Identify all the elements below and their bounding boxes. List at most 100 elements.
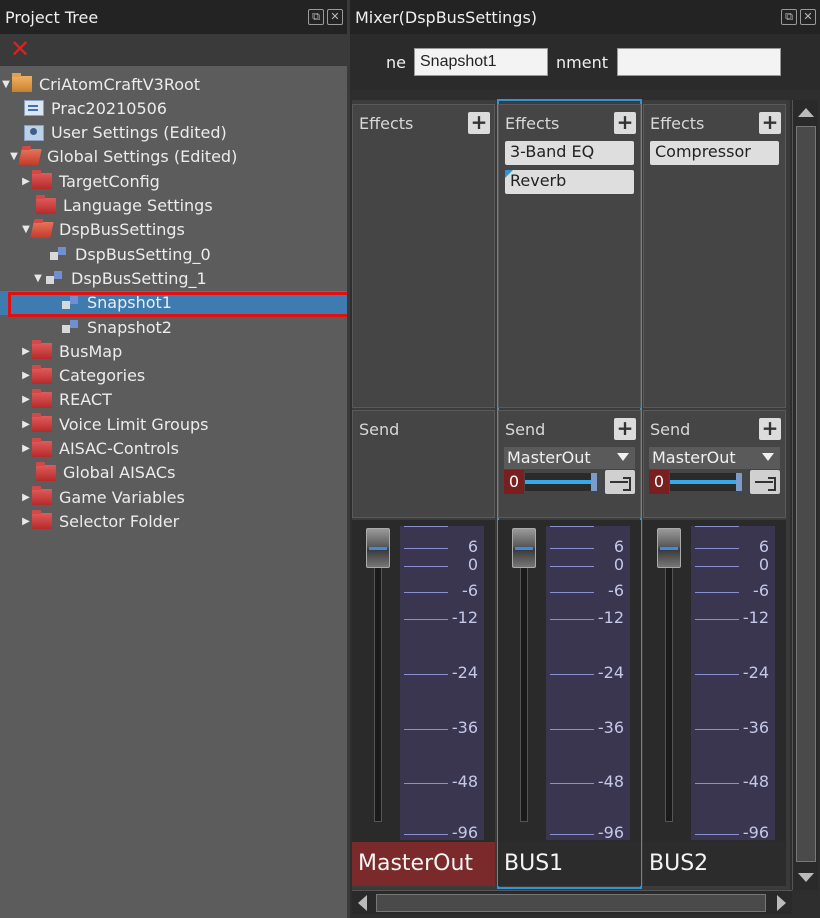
expanded-caret-icon[interactable]: ▼ (0, 79, 12, 90)
collapsed-caret-icon[interactable]: ▶ (20, 443, 32, 454)
scroll-up-icon[interactable] (798, 108, 814, 117)
meter-scale-label: -12 (597, 608, 624, 627)
collapsed-caret-icon[interactable]: ▶ (20, 346, 32, 357)
send-level-slider[interactable] (670, 473, 742, 491)
bus-strip[interactable]: Effects +3-Band EQ Reverb Send + MasterOut 0 6 0… (497, 99, 642, 889)
tree-item-label: Categories (59, 366, 146, 386)
meter-tick (550, 834, 594, 835)
scroll-left-icon[interactable] (358, 895, 367, 911)
tree-item[interactable]: ▼ DspBusSettings (0, 218, 347, 242)
send-section: Send + MasterOut 0 (498, 410, 641, 518)
comment-input[interactable] (617, 48, 781, 76)
send-section: Send (352, 410, 495, 518)
add-effect-button[interactable]: + (759, 112, 781, 134)
send-level-slider[interactable] (525, 473, 597, 491)
folder-open-red-icon (18, 148, 42, 165)
send-target-select[interactable]: MasterOut (649, 447, 780, 469)
horizontal-scrollbar[interactable] (352, 890, 792, 914)
tree-item[interactable]: ▶ AISAC-Controls (0, 437, 347, 461)
name-input[interactable] (414, 48, 548, 76)
level-meter: 6 0 -6 -12 -24 -36 -48 -96 (546, 526, 630, 842)
fader-track[interactable] (520, 560, 528, 822)
tree-item[interactable]: DspBusSetting_0 (0, 242, 347, 266)
user-settings-icon (24, 124, 44, 141)
mixer-titlebar: Mixer(DspBusSettings) ⧉ ✕ (350, 0, 820, 34)
tree-item[interactable]: ▶ Categories (0, 364, 347, 388)
effect-item-label: 3-Band EQ (510, 142, 595, 161)
dropdown-arrow-icon (762, 453, 774, 461)
tree-item-label: Game Variables (59, 487, 185, 507)
collapsed-caret-icon[interactable]: ▶ (20, 516, 32, 527)
volume-fader-knob[interactable] (512, 528, 536, 568)
meter-tick (404, 526, 448, 527)
float-window-icon[interactable]: ⧉ (308, 9, 324, 25)
bus-strip[interactable]: Effects + Send 6 0 -6 -12 -24 -36 -48 -96 MasterOut (352, 100, 495, 888)
snapshot-icon (60, 295, 80, 311)
tree-item[interactable]: ▼ Global Settings (Edited) (0, 145, 347, 169)
meter-tick (550, 783, 594, 784)
collapsed-caret-icon[interactable]: ▶ (20, 394, 32, 405)
horizontal-scroll-thumb[interactable] (376, 894, 766, 912)
vertical-scroll-thumb[interactable] (796, 126, 816, 862)
bus-strip[interactable]: Effects + Compressor Send + MasterOut 0 6 0 -6 -12… (643, 100, 786, 888)
send-level-fill (670, 480, 736, 484)
tree-item[interactable]: Prac20210506 (0, 96, 347, 120)
tree-item[interactable]: ▼ DspBusSetting_1 (0, 266, 347, 290)
effect-item[interactable]: 3-Band EQ (505, 141, 634, 165)
tree-item[interactable]: ▶ Selector Folder (0, 509, 347, 533)
add-send-button[interactable]: + (759, 418, 781, 440)
meter-scale-label: 0 (613, 555, 624, 574)
send-level-fill (525, 480, 591, 484)
send-level-thumb[interactable] (736, 473, 742, 491)
folder-red-icon (32, 340, 52, 360)
meter-tick (404, 619, 448, 620)
tree-item[interactable]: Language Settings (0, 194, 347, 218)
send-level-value[interactable]: 0 (504, 470, 524, 494)
effect-item[interactable]: Reverb (505, 170, 634, 194)
collapsed-caret-icon[interactable]: ▶ (20, 492, 32, 503)
meter-tick (550, 526, 594, 527)
send-target-select[interactable]: MasterOut (504, 447, 635, 469)
tree-item[interactable]: ▶ Game Variables (0, 485, 347, 509)
meter-scale-label: -24 (451, 663, 478, 682)
tree-item[interactable]: ▶ TargetConfig (0, 169, 347, 193)
scroll-down-icon[interactable] (798, 873, 814, 882)
volume-fader-knob[interactable] (366, 528, 390, 568)
meter-tick (550, 548, 594, 549)
delete-icon[interactable]: ✕ (10, 37, 30, 61)
close-icon[interactable]: ✕ (800, 9, 816, 25)
volume-fader-knob[interactable] (657, 528, 681, 568)
folder-open-orange-icon (12, 73, 32, 92)
folder-red-icon (36, 461, 56, 481)
tree-item[interactable]: Global AISACs (0, 461, 347, 485)
vertical-scrollbar[interactable] (792, 100, 818, 890)
add-effect-button[interactable]: + (614, 112, 636, 134)
add-effect-button[interactable]: + (468, 112, 490, 134)
meter-scale-label: -24 (597, 663, 624, 682)
tree-item[interactable]: Snapshot2 (0, 315, 347, 339)
tree-item[interactable]: Snapshot1 (0, 290, 347, 315)
send-label: Send (650, 420, 691, 439)
add-send-button[interactable]: + (614, 418, 636, 440)
snapshot-icon (60, 319, 80, 335)
send-level-value[interactable]: 0 (649, 470, 669, 494)
expanded-caret-icon[interactable]: ▼ (32, 273, 44, 284)
fader-track[interactable] (665, 560, 673, 822)
tree-item[interactable]: User Settings (Edited) (0, 121, 347, 145)
float-window-icon[interactable]: ⧉ (781, 9, 797, 25)
effect-item[interactable]: Compressor (650, 141, 779, 165)
tree-item[interactable]: ▶ BusMap (0, 339, 347, 363)
send-route-icon[interactable] (750, 470, 780, 494)
scroll-right-icon[interactable] (777, 895, 786, 911)
send-level-thumb[interactable] (591, 473, 597, 491)
tree-item[interactable]: ▶ Voice Limit Groups (0, 412, 347, 436)
collapsed-caret-icon[interactable]: ▶ (20, 176, 32, 187)
collapsed-caret-icon[interactable]: ▶ (20, 370, 32, 381)
tree-item[interactable]: ▼ CriAtomCraftV3Root (0, 72, 347, 96)
collapsed-caret-icon[interactable]: ▶ (20, 419, 32, 430)
send-route-icon[interactable] (605, 470, 635, 494)
close-icon[interactable]: ✕ (327, 9, 343, 25)
tree-item[interactable]: ▶ REACT (0, 388, 347, 412)
dsp-bus-icon (44, 270, 64, 286)
fader-track[interactable] (374, 560, 382, 822)
